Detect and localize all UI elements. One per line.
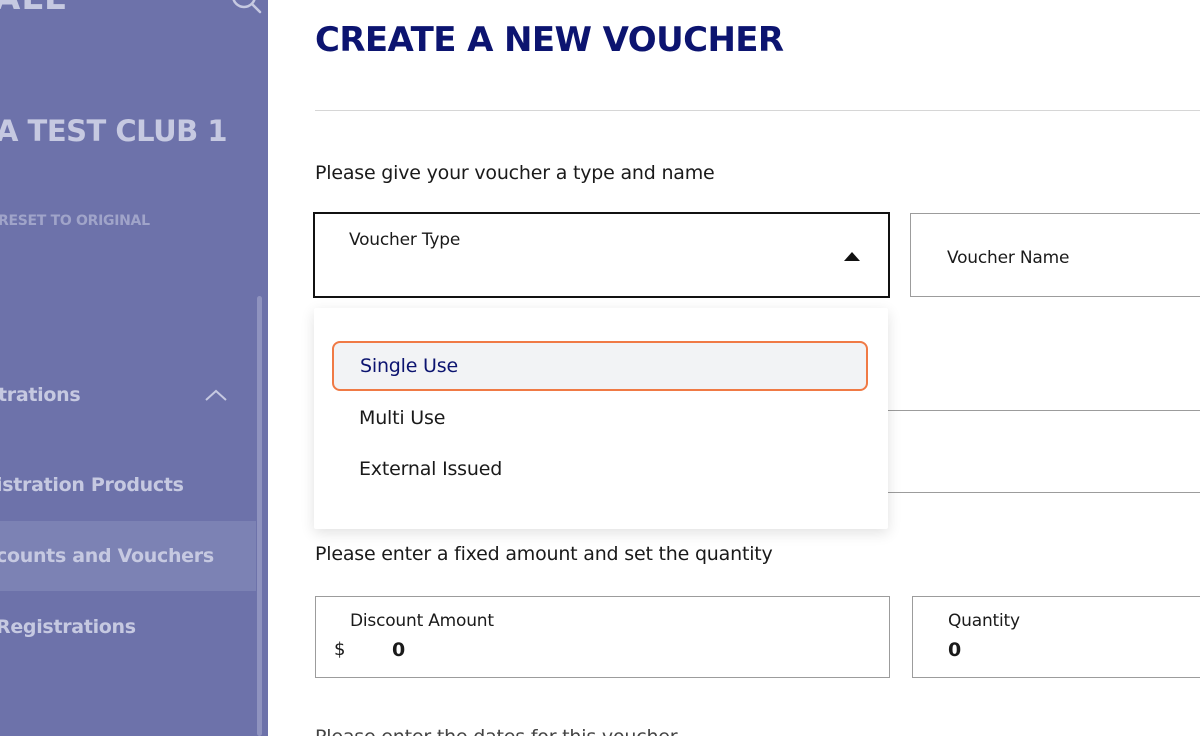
voucher-name-field[interactable]: Voucher Name <box>910 213 1200 297</box>
sidebar-item-registrations[interactable]: Registrations <box>0 592 256 662</box>
quantity-field[interactable]: Quantity 0 <box>912 596 1200 678</box>
sidebar-item-label: istration Products <box>0 474 184 496</box>
search-icon[interactable] <box>226 0 262 20</box>
page-title: CREATE A NEW VOUCHER <box>315 20 784 60</box>
sidebar-item-discounts-and-vouchers[interactable]: counts and Vouchers <box>0 521 256 591</box>
voucher-field-behind-dropdown[interactable] <box>860 411 1200 493</box>
brand-logo-text: ALL <box>0 0 67 18</box>
quantity-value[interactable]: 0 <box>948 639 961 661</box>
sidebar-item-registration-products[interactable]: istration Products <box>0 450 256 520</box>
discount-amount-value[interactable]: 0 <box>392 639 405 661</box>
next-section-instruction: Please enter the dates for this voucher <box>315 726 678 736</box>
amount-quantity-instruction: Please enter a fixed amount and set the … <box>315 543 773 565</box>
discount-amount-label: Discount Amount <box>350 611 494 631</box>
sidebar-section-label: trations <box>0 384 81 406</box>
quantity-label: Quantity <box>948 611 1020 631</box>
title-divider <box>315 110 1200 111</box>
voucher-type-select[interactable]: Voucher Type <box>313 212 890 298</box>
discount-amount-field[interactable]: Discount Amount $ 0 <box>315 596 890 678</box>
sidebar-section-registrations[interactable]: trations <box>0 379 246 411</box>
chevron-up-icon[interactable] <box>202 385 230 405</box>
option-single-use[interactable]: Single Use <box>332 341 868 391</box>
option-multi-use[interactable]: Multi Use <box>332 393 868 443</box>
type-name-instruction: Please give your voucher a type and name <box>315 162 715 184</box>
club-name: A TEST CLUB 1 <box>0 114 228 148</box>
option-external-issued[interactable]: External Issued <box>332 444 868 494</box>
voucher-field-behind-dropdown[interactable] <box>860 330 1200 411</box>
sidebar-item-label: Registrations <box>0 616 136 638</box>
reset-to-original-link[interactable]: RESET TO ORIGINAL <box>0 213 150 229</box>
voucher-name-label: Voucher Name <box>947 248 1070 268</box>
voucher-type-dropdown: Single Use Multi Use External Issued <box>314 308 888 529</box>
currency-symbol: $ <box>334 639 346 660</box>
voucher-type-label: Voucher Type <box>349 230 461 250</box>
sidebar-item-label: counts and Vouchers <box>0 545 214 567</box>
sidebar: ALL A TEST CLUB 1 RESET TO ORIGINAL trat… <box>0 0 268 736</box>
sidebar-scrollbar[interactable] <box>257 296 262 736</box>
caret-up-icon[interactable] <box>843 250 861 262</box>
